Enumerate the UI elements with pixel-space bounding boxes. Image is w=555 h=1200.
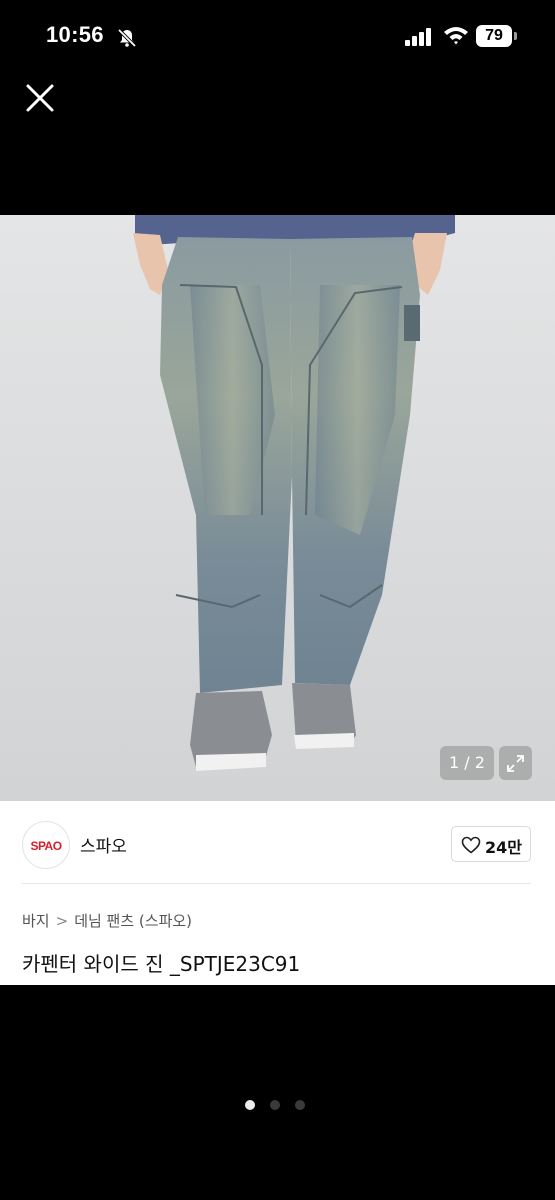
expand-icon <box>507 755 524 772</box>
divider <box>22 883 531 884</box>
breadcrumb-category[interactable]: 바지 <box>22 912 50 930</box>
like-count: 24만 <box>485 838 522 857</box>
close-icon[interactable] <box>22 80 58 116</box>
shop-logo-text: SPAO <box>30 839 62 853</box>
like-button[interactable]: 24만 <box>451 826 531 862</box>
battery-indicator: 79 <box>476 25 512 47</box>
expand-button[interactable] <box>499 746 532 780</box>
battery-cap <box>514 32 517 40</box>
product-title: 카펜터 와이드 진 _SPTJE23C91 <box>22 952 301 976</box>
heart-icon <box>461 836 481 854</box>
shop-name[interactable]: 스파오 <box>80 832 127 857</box>
shop-logo[interactable]: SPAO <box>22 821 70 869</box>
wifi-icon <box>444 27 468 45</box>
page-dot-1[interactable] <box>245 1100 255 1110</box>
image-counter: 1 / 2 <box>440 746 494 780</box>
breadcrumb-subcategory[interactable]: 데님 팬츠 (스파오) <box>74 912 192 930</box>
breadcrumb-separator: > <box>55 912 69 930</box>
breadcrumb: 바지 > 데님 팬츠 (스파오) <box>22 910 192 931</box>
jeans-illustration <box>0 215 555 801</box>
seller-row: SPAO 스파오 24만 <box>0 801 555 883</box>
status-bar: 10:56 79 <box>0 0 555 76</box>
product-card: 1 / 2 SPAO 스파오 24만 바지 > 데님 팬츠 (스파오) 카펜터 와이… <box>0 215 555 985</box>
page-dot-2[interactable] <box>270 1100 280 1110</box>
status-time: 10:56 <box>46 22 104 47</box>
cellular-signal-icon <box>405 28 431 46</box>
product-photo[interactable]: 1 / 2 <box>0 215 555 801</box>
bell-muted-icon <box>117 28 137 48</box>
page-dot-3[interactable] <box>295 1100 305 1110</box>
